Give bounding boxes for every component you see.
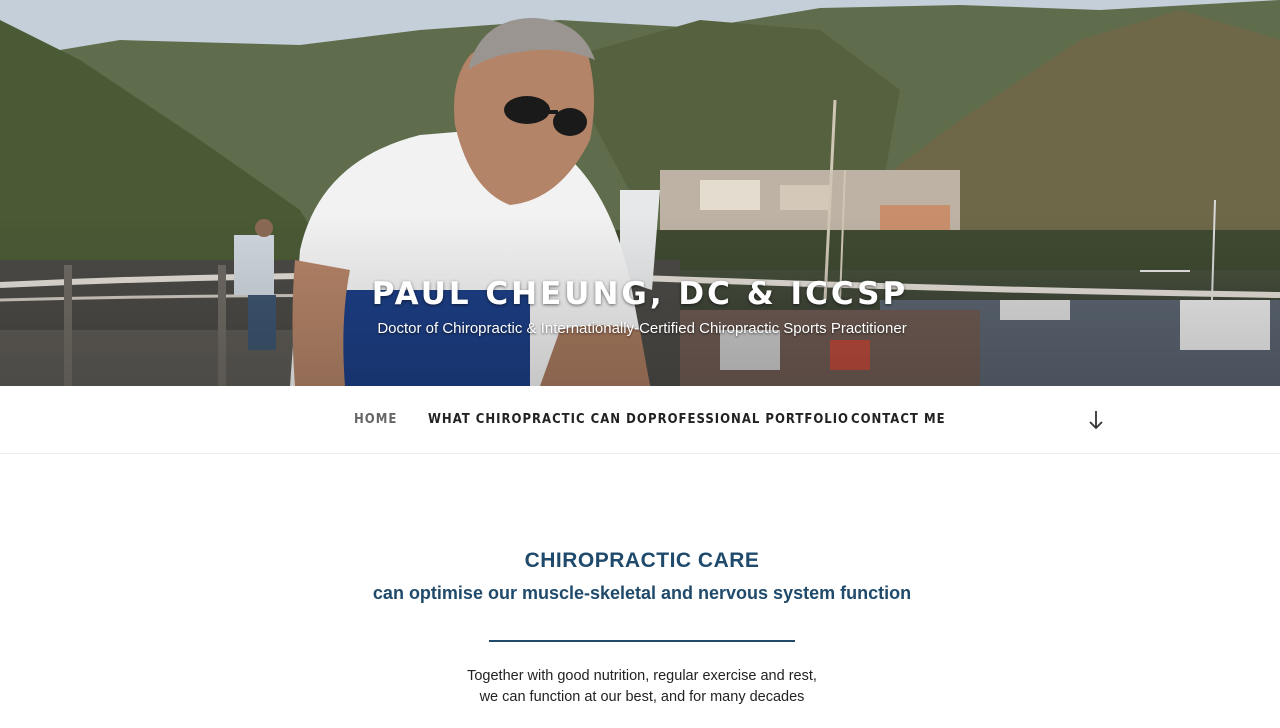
nav-item-what-chiropractic-can-do[interactable]: WHAT CHIROPRACTIC CAN DO — [428, 412, 648, 427]
section-heading: CHIROPRACTIC CARE — [524, 549, 760, 572]
hero-header: PAUL CHEUNG, DC & ICCSP Doctor of Chirop… — [0, 0, 1280, 386]
nav-item-home[interactable]: HOME — [354, 412, 397, 427]
site-title[interactable]: PAUL CHEUNG, DC & ICCSP — [0, 276, 1280, 312]
nav-item-professional-portfolio[interactable]: PROFESSIONAL PORTFOLIO — [648, 412, 849, 427]
main-navigation: HOME WHAT CHIROPRACTIC CAN DO PROFESSION… — [0, 386, 1280, 454]
divider — [489, 640, 795, 642]
main-content: CHIROPRACTIC CARE can optimise our muscl… — [0, 455, 1280, 728]
section-subheading: can optimise our muscle-skeletal and ner… — [372, 583, 912, 603]
body-text-line: we can function at our best, and for man… — [479, 689, 805, 705]
arrow-down-icon[interactable] — [1084, 408, 1108, 432]
site-description: Doctor of Chiropractic & Internationally… — [377, 320, 907, 337]
body-text-line: Together with good nutrition, regular ex… — [467, 668, 817, 684]
nav-item-contact-me[interactable]: CONTACT ME — [851, 412, 946, 427]
